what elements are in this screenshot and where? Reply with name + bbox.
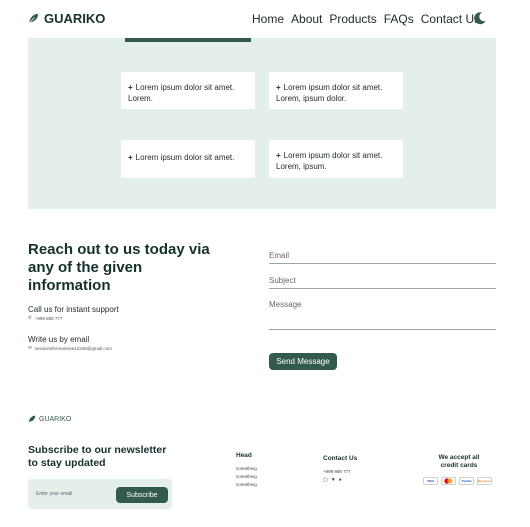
nav-faqs[interactable]: FAQs: [384, 12, 414, 26]
email-address: sessionsformansive12345@gmail.com: [34, 345, 112, 351]
contact-heading: Reach out to us today via any of the giv…: [28, 241, 210, 294]
faq-item-text: Lorem ipsum dolor sit amet. Lorem, ipsum…: [276, 83, 383, 103]
footer-brand: GUARIKO: [39, 415, 72, 423]
mail-icon: ✉: [28, 345, 32, 350]
subject-field[interactable]: Subject: [269, 276, 496, 289]
faq-item[interactable]: + Lorem ipsum dolor sit amet. Lorem, ipsu…: [269, 140, 403, 178]
payments-title: We accept all credit cards: [438, 454, 480, 469]
email-label: Write us by email: [28, 335, 90, 344]
message-field[interactable]: Message: [269, 300, 496, 330]
faq-item[interactable]: + Lorem ipsum dolor sit amet.: [121, 140, 255, 178]
nav-about[interactable]: About: [291, 12, 322, 26]
facebook-icon[interactable]: ●: [339, 477, 342, 483]
head-title: Head: [236, 452, 252, 459]
paypal-icon: PayPal: [459, 477, 474, 485]
email-row[interactable]: ✉ sessionsformansive12345@gmail.com: [28, 345, 112, 351]
nav-products[interactable]: Products: [329, 12, 376, 26]
discover-icon: Discover: [477, 477, 492, 485]
leaf-icon: [28, 13, 39, 24]
visa-icon: VISA: [423, 477, 438, 485]
phone-row[interactable]: ✆ +999 888 777: [28, 315, 62, 321]
mastercard-icon: [441, 477, 456, 485]
nav-home[interactable]: Home: [252, 12, 284, 26]
moon-icon[interactable]: [473, 11, 487, 25]
footer-phone: +999 888 777: [323, 469, 351, 474]
leaf-icon: [28, 415, 36, 423]
footer-contact-title: Contact Us: [323, 455, 358, 462]
brand-logo[interactable]: GUARIKO: [28, 11, 105, 26]
footer-logo[interactable]: GUARIKO: [28, 415, 71, 423]
head-link[interactable]: something: [236, 473, 257, 481]
head-link[interactable]: something: [236, 481, 257, 489]
email-field[interactable]: Email: [269, 251, 496, 264]
head-link[interactable]: something: [236, 465, 257, 473]
faq-item-text: Lorem ipsum dolor sit amet. Lorem, ipsum…: [276, 151, 383, 171]
subscribe-button[interactable]: Subscribe: [116, 487, 168, 503]
payment-cards: VISA PayPal Discover: [423, 477, 492, 485]
footer-head-column: Head something something something: [236, 452, 257, 489]
plus-icon: +: [128, 153, 133, 162]
send-message-button[interactable]: Send Message: [269, 353, 337, 370]
faq-item[interactable]: + Lorem ipsum dolor sit amet. Lorem.: [121, 72, 255, 109]
nav-contact-us[interactable]: Contact Us: [421, 12, 480, 26]
plus-icon: +: [276, 83, 281, 92]
phone-icon: ✆: [28, 315, 32, 320]
footer-contact-column: Contact Us +999 888 777 ▢ ▼ ●: [323, 455, 357, 483]
newsletter-email-input[interactable]: Enter your email: [36, 491, 72, 497]
faq-item[interactable]: + Lorem ipsum dolor sit amet. Lorem, ipsu…: [269, 72, 403, 109]
plus-icon: +: [128, 83, 133, 92]
twitter-icon[interactable]: ▼: [331, 477, 336, 483]
newsletter-title: Subscribe to our newsletter to stay upda…: [28, 444, 167, 469]
call-label: Call us for instant support: [28, 305, 119, 314]
plus-icon: +: [276, 151, 281, 160]
instagram-icon[interactable]: ▢: [323, 477, 328, 483]
faq-tab-indicator: [125, 38, 251, 42]
faq-item-text: Lorem ipsum dolor sit amet. Lorem.: [128, 83, 235, 103]
faq-item-text: Lorem ipsum dolor sit amet.: [135, 153, 235, 162]
brand-name: GUARIKO: [44, 11, 106, 26]
main-nav: Home About Products FAQs Contact Us: [252, 12, 487, 26]
faq-section: [28, 38, 496, 209]
phone-number: +999 888 777: [34, 315, 63, 321]
